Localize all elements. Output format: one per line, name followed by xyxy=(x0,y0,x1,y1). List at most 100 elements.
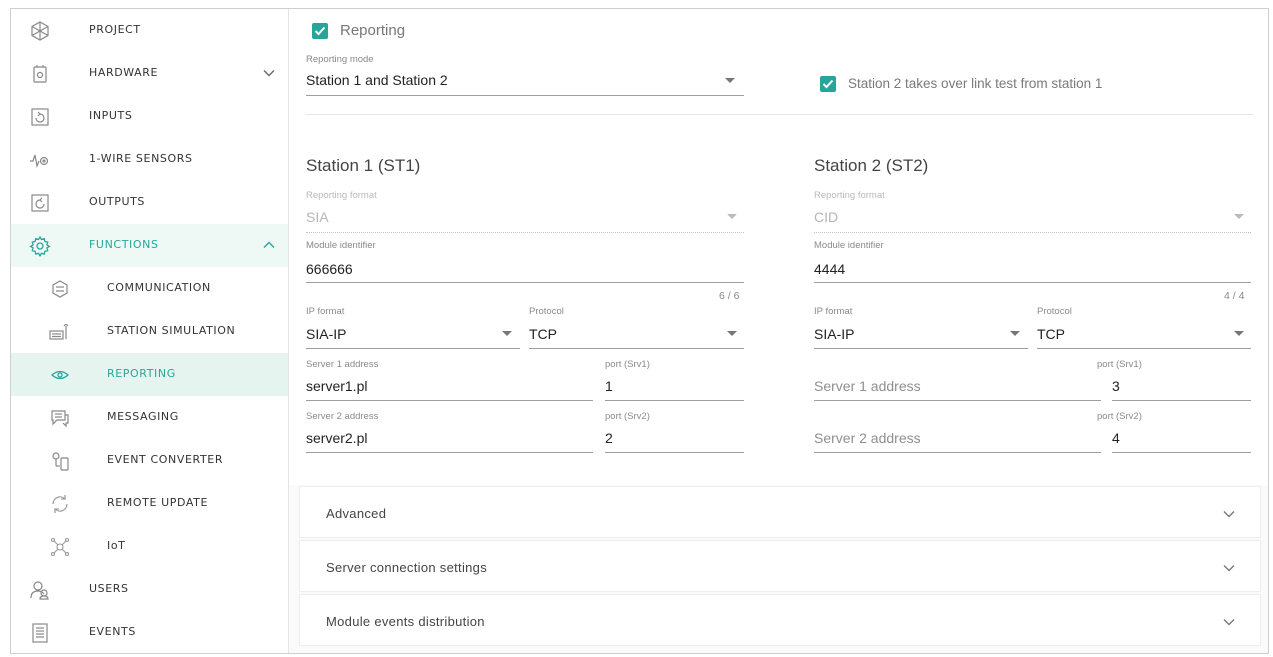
accordion-module-events-distribution[interactable]: Module events distribution xyxy=(299,594,1261,646)
dropdown-arrow-icon[interactable] xyxy=(725,78,735,83)
field-underline xyxy=(814,282,1251,283)
accordion-label: Module events distribution xyxy=(326,614,485,629)
station1-format-select[interactable]: SIA xyxy=(306,209,329,225)
station2-title: Station 2 (ST2) xyxy=(814,156,929,175)
sidebar-item-inputs[interactable]: INPUTS xyxy=(11,95,288,138)
sidebar-item-label: REPORTING xyxy=(107,367,176,380)
sidebar-item-hardware[interactable]: HARDWARE xyxy=(11,52,288,95)
sidebar-item-users[interactable]: USERS xyxy=(11,568,288,611)
station2-server1-input[interactable]: Server 1 address xyxy=(814,378,921,394)
sidebar-item-label: EVENTS xyxy=(89,625,136,638)
field-underline xyxy=(529,348,744,349)
station2-format-select[interactable]: CID xyxy=(814,209,838,225)
station1-server2-input[interactable]: server2.pl xyxy=(306,430,367,446)
station1-ip-format-select[interactable]: SIA-IP xyxy=(306,326,346,342)
takeover-checkbox[interactable] xyxy=(820,76,836,92)
reporting-panel: Reporting Reporting mode Station 1 and S… xyxy=(289,9,1268,485)
station-simulation-icon xyxy=(49,321,71,343)
reporting-mode-select[interactable]: Station 1 and Station 2 xyxy=(306,72,448,88)
station1-protocol-select[interactable]: TCP xyxy=(529,326,557,342)
outputs-icon xyxy=(29,192,51,214)
chevron-down-icon[interactable] xyxy=(1222,615,1236,629)
station1-server1-label: Server 1 address xyxy=(306,359,379,370)
sidebar-item-events[interactable]: EVENTS xyxy=(11,611,288,653)
station1-identifier-input[interactable]: 666666 xyxy=(306,261,353,277)
station1-format-label: Reporting format xyxy=(306,190,377,201)
sidebar-item-communication[interactable]: COMMUNICATION xyxy=(11,267,288,310)
station1-port2-label: port (Srv2) xyxy=(605,411,650,422)
station1-identifier-label: Module identifier xyxy=(306,240,376,251)
station2-identifier-input[interactable]: 4444 xyxy=(814,261,845,277)
sidebar-item-label: INPUTS xyxy=(89,109,133,122)
sidebar-item-label: OUTPUTS xyxy=(89,195,146,208)
field-underline xyxy=(306,400,593,401)
main-content: Reporting Reporting mode Station 1 and S… xyxy=(289,9,1268,653)
station1-title: Station 1 (ST1) xyxy=(306,156,421,175)
eye-icon xyxy=(49,364,71,386)
reporting-checkbox[interactable] xyxy=(312,23,328,39)
field-underline xyxy=(306,348,520,349)
dropdown-arrow-icon[interactable] xyxy=(1234,331,1244,336)
station1-server1-input[interactable]: server1.pl xyxy=(306,378,367,394)
hardware-icon xyxy=(29,63,51,85)
sidebar-item-label: IoT xyxy=(107,539,126,552)
field-underline xyxy=(306,95,744,96)
station2-protocol-label: Protocol xyxy=(1037,306,1072,317)
sidebar-item-label: 1-WIRE SENSORS xyxy=(89,152,193,165)
sidebar-item-label: MESSAGING xyxy=(107,410,179,423)
accordion-label: Advanced xyxy=(326,506,387,521)
sidebar-item-event-converter[interactable]: EVENT CONVERTER xyxy=(11,439,288,482)
sidebar-item-station-simulation[interactable]: STATION SIMULATION xyxy=(11,310,288,353)
station2-identifier-counter: 4 / 4 xyxy=(1224,290,1245,302)
accordion-server-connection-settings[interactable]: Server connection settings xyxy=(299,540,1261,592)
accordion-advanced[interactable]: Advanced xyxy=(299,486,1261,538)
dropdown-arrow-icon[interactable] xyxy=(1010,331,1020,336)
station2-port1-label: port (Srv1) xyxy=(1097,359,1142,370)
station2-port1-input[interactable]: 3 xyxy=(1112,378,1120,394)
sidebar-item-remote-update[interactable]: REMOTE UPDATE xyxy=(11,482,288,525)
station1-port2-input[interactable]: 2 xyxy=(605,430,613,446)
dropdown-arrow-icon[interactable] xyxy=(727,214,737,219)
field-underline xyxy=(306,282,744,283)
sensor-icon xyxy=(29,149,51,171)
iot-icon xyxy=(49,536,71,558)
station2-port2-input[interactable]: 4 xyxy=(1112,430,1120,446)
sidebar-item-project[interactable]: PROJECT xyxy=(11,9,288,52)
sidebar-item-reporting[interactable]: REPORTING xyxy=(11,353,288,396)
inputs-icon xyxy=(29,106,51,128)
accordion-label: Server connection settings xyxy=(326,560,487,575)
sidebar-item-messaging[interactable]: MESSAGING xyxy=(11,396,288,439)
station1-port1-input[interactable]: 1 xyxy=(605,378,613,394)
station2-protocol-select[interactable]: TCP xyxy=(1037,326,1065,342)
project-icon xyxy=(29,20,51,42)
station2-identifier-label: Module identifier xyxy=(814,240,884,251)
reporting-checkbox-label: Reporting xyxy=(340,22,406,39)
divider xyxy=(306,114,1253,115)
chevron-up-icon[interactable] xyxy=(262,238,276,252)
events-icon xyxy=(29,622,51,644)
chevron-down-icon[interactable] xyxy=(262,66,276,80)
sidebar-item-outputs[interactable]: OUTPUTS xyxy=(11,181,288,224)
sidebar-item-label: USERS xyxy=(89,582,129,595)
dropdown-arrow-icon[interactable] xyxy=(502,331,512,336)
sidebar-item-iot[interactable]: IoT xyxy=(11,525,288,568)
station1-identifier-counter: 6 / 6 xyxy=(719,290,740,302)
station2-format-label: Reporting format xyxy=(814,190,885,201)
dropdown-arrow-icon[interactable] xyxy=(1234,214,1244,219)
station2-ip-format-select[interactable]: SIA-IP xyxy=(814,326,854,342)
field-underline xyxy=(814,452,1101,453)
field-underline xyxy=(306,452,593,453)
field-underline xyxy=(814,232,1251,233)
chevron-down-icon[interactable] xyxy=(1222,507,1236,521)
sidebar-item-label: REMOTE UPDATE xyxy=(107,496,209,509)
dropdown-arrow-icon[interactable] xyxy=(727,331,737,336)
sidebar-item-label: HARDWARE xyxy=(89,66,159,79)
sidebar-item-1wire-sensors[interactable]: 1-WIRE SENSORS xyxy=(11,138,288,181)
field-underline xyxy=(1037,348,1251,349)
station2-server2-input[interactable]: Server 2 address xyxy=(814,430,921,446)
sidebar-item-functions[interactable]: FUNCTIONS xyxy=(11,224,288,267)
field-underline xyxy=(605,452,744,453)
takeover-checkbox-label: Station 2 takes over link test from stat… xyxy=(848,76,1103,91)
chevron-down-icon[interactable] xyxy=(1222,561,1236,575)
event-converter-icon xyxy=(49,450,71,472)
